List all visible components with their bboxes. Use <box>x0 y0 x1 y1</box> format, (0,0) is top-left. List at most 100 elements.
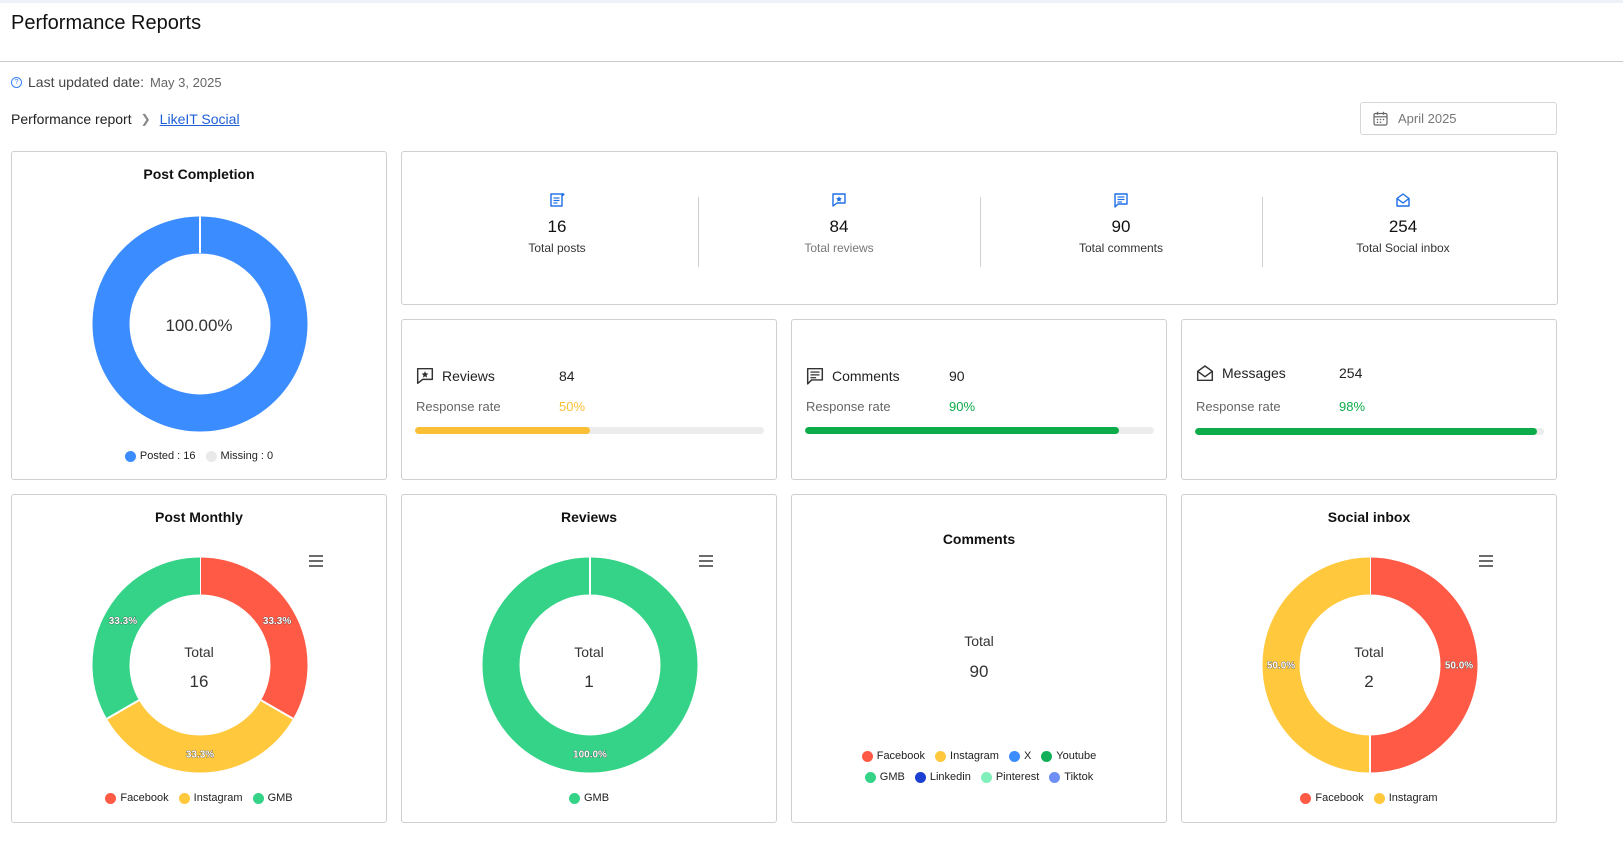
total-social-inbox-stat: 254 Total Social inbox <box>1262 192 1544 255</box>
response-rate-value: 98% <box>1339 399 1366 414</box>
open-envelope-icon <box>1396 193 1410 207</box>
messages-metric-card: Messages 254 Response rate 98% <box>1181 319 1557 480</box>
top-bar: Performance Reports <box>0 0 1623 62</box>
legend-label: Facebook <box>876 750 926 762</box>
month-picker-value: April 2025 <box>1398 111 1457 126</box>
legend-label: Linkedin <box>929 771 971 783</box>
comments-progress-fill <box>805 427 1120 434</box>
reviews-metric-card: Reviews 84 Response rate 50% <box>401 319 777 480</box>
social-inbox-chart-card: Social inbox 50.0% 50.0% Total 2 Facebook… <box>1181 494 1557 823</box>
legend-linkedin[interactable]: Linkedin <box>914 771 971 783</box>
comments-legend-row-1: Facebook Instagram X Youtube <box>792 750 1166 762</box>
donut-slice[interactable] <box>482 557 698 773</box>
post-completion-legend: Posted : 16 Missing : 0 <box>12 450 386 462</box>
reviews-progress-fill <box>415 427 590 434</box>
total-comments-label: Total comments <box>1078 241 1164 255</box>
slice-data-label: 33.3% <box>186 750 214 761</box>
slice-data-label: 33.3% <box>263 616 291 627</box>
reviews-response-rate: Response rate 50% <box>416 399 585 414</box>
slice-data-label: 50.0% <box>1267 661 1295 672</box>
legend-label: X <box>1023 750 1032 762</box>
reviews-metric-row: Reviews 84 <box>416 367 575 385</box>
legend-label: Pinterest <box>995 771 1040 783</box>
review-star-icon <box>416 367 434 385</box>
post-completion-card: Post Completion 100.00% Posted : 16 Miss… <box>11 151 387 480</box>
legend-label: Facebook <box>120 792 169 804</box>
messages-progress-track <box>1195 428 1544 435</box>
last-updated-label: Last updated date: <box>28 74 144 90</box>
breadcrumb-current-link[interactable]: LikeIT Social <box>160 111 240 127</box>
legend-label: Instagram <box>950 750 999 762</box>
legend-label: GMB <box>879 771 905 783</box>
legend-instagram[interactable]: Instagram <box>935 750 999 762</box>
response-rate-value: 90% <box>949 399 976 414</box>
legend-instagram[interactable]: Instagram <box>1373 792 1438 804</box>
legend-label: Instagram <box>1388 792 1438 804</box>
legend-youtube[interactable]: Youtube <box>1041 750 1096 762</box>
legend-facebook[interactable]: Facebook <box>1300 792 1364 804</box>
chevron-right-icon: ❯ <box>140 112 151 126</box>
legend-x[interactable]: X <box>1008 750 1032 762</box>
legend-label: Tiktok <box>1064 771 1094 783</box>
social-inbox-legend: Facebook Instagram <box>1182 792 1556 804</box>
legend-facebook[interactable]: Facebook <box>861 750 926 762</box>
total-reviews-stat: 84 Total reviews <box>698 192 980 255</box>
total-reviews-label: Total reviews <box>804 241 874 255</box>
post-completion-center: 100.00% <box>165 316 233 335</box>
legend-dot <box>124 450 136 462</box>
legend-facebook[interactable]: Facebook <box>105 792 169 804</box>
legend-instagram[interactable]: Instagram <box>178 792 243 804</box>
total-reviews-value: 84 <box>829 217 849 236</box>
last-updated-value: May 3, 2025 <box>150 74 222 90</box>
breadcrumb-root[interactable]: Performance report <box>11 111 132 127</box>
comments-metric-name: Comments <box>832 368 900 384</box>
month-picker[interactable]: April 2025 <box>1360 102 1557 135</box>
legend-label: GMB <box>583 792 610 804</box>
slice-data-label: 100.0% <box>573 750 607 761</box>
messages-metric-row: Messages 254 <box>1196 364 1362 382</box>
legend-dot <box>1041 750 1053 762</box>
totals-card: 16 Total posts 84 Total reviews 90 Total… <box>401 151 1558 305</box>
total-label: Total <box>1354 644 1384 660</box>
messages-response-rate: Response rate 98% <box>1196 399 1365 414</box>
total-value: 2 <box>1364 672 1374 691</box>
help-icon[interactable]: ? <box>11 76 22 88</box>
legend-dot <box>1373 792 1385 804</box>
response-rate-label: Response rate <box>416 399 501 414</box>
legend-dot <box>1049 771 1061 783</box>
total-social-inbox-label: Total Social inbox <box>1356 241 1450 255</box>
messages-progress-fill <box>1195 428 1538 435</box>
legend-dot <box>861 750 873 762</box>
legend-dot <box>864 771 876 783</box>
legend-pinterest[interactable]: Pinterest <box>980 771 1040 783</box>
legend-tiktok[interactable]: Tiktok <box>1049 771 1093 783</box>
legend-dot <box>568 792 580 804</box>
messages-metric-name: Messages <box>1222 365 1286 381</box>
legend-gmb[interactable]: GMB <box>252 792 293 804</box>
legend-label: Youtube <box>1056 750 1097 762</box>
open-envelope-icon <box>1196 365 1214 382</box>
comments-metric-row: Comments 90 <box>806 367 965 385</box>
top-shade <box>0 0 1623 3</box>
legend-gmb[interactable]: GMB <box>864 771 905 783</box>
comments-progress-track <box>805 427 1154 434</box>
response-rate-label: Response rate <box>1196 399 1281 414</box>
legend-dot <box>935 750 947 762</box>
post-monthly-legend: Facebook Instagram GMB <box>12 792 386 804</box>
page-title: Performance Reports <box>11 12 202 34</box>
legend-posted[interactable]: Posted : 16 <box>124 450 196 462</box>
review-star-icon <box>832 193 846 207</box>
legend-gmb[interactable]: GMB <box>568 792 610 804</box>
comments-response-rate: Response rate 90% <box>806 399 975 414</box>
legend-missing[interactable]: Missing : 0 <box>205 450 273 462</box>
reviews-metric-value: 84 <box>559 368 575 384</box>
legend-label: Facebook <box>1315 792 1364 804</box>
total-posts-label: Total posts <box>528 241 586 255</box>
total-social-inbox-value: 254 <box>1388 217 1418 236</box>
donut-slice[interactable] <box>106 699 294 773</box>
post-monthly-card: Post Monthly 33.3% 33.3% 33.3% Total 16 Fa… <box>11 494 387 823</box>
comment-lines-icon <box>806 367 824 385</box>
total-value: 90 <box>969 662 989 681</box>
comments-metric-card: Comments 90 Response rate 90% <box>791 319 1167 480</box>
total-comments-stat: 90 Total comments <box>980 192 1262 255</box>
